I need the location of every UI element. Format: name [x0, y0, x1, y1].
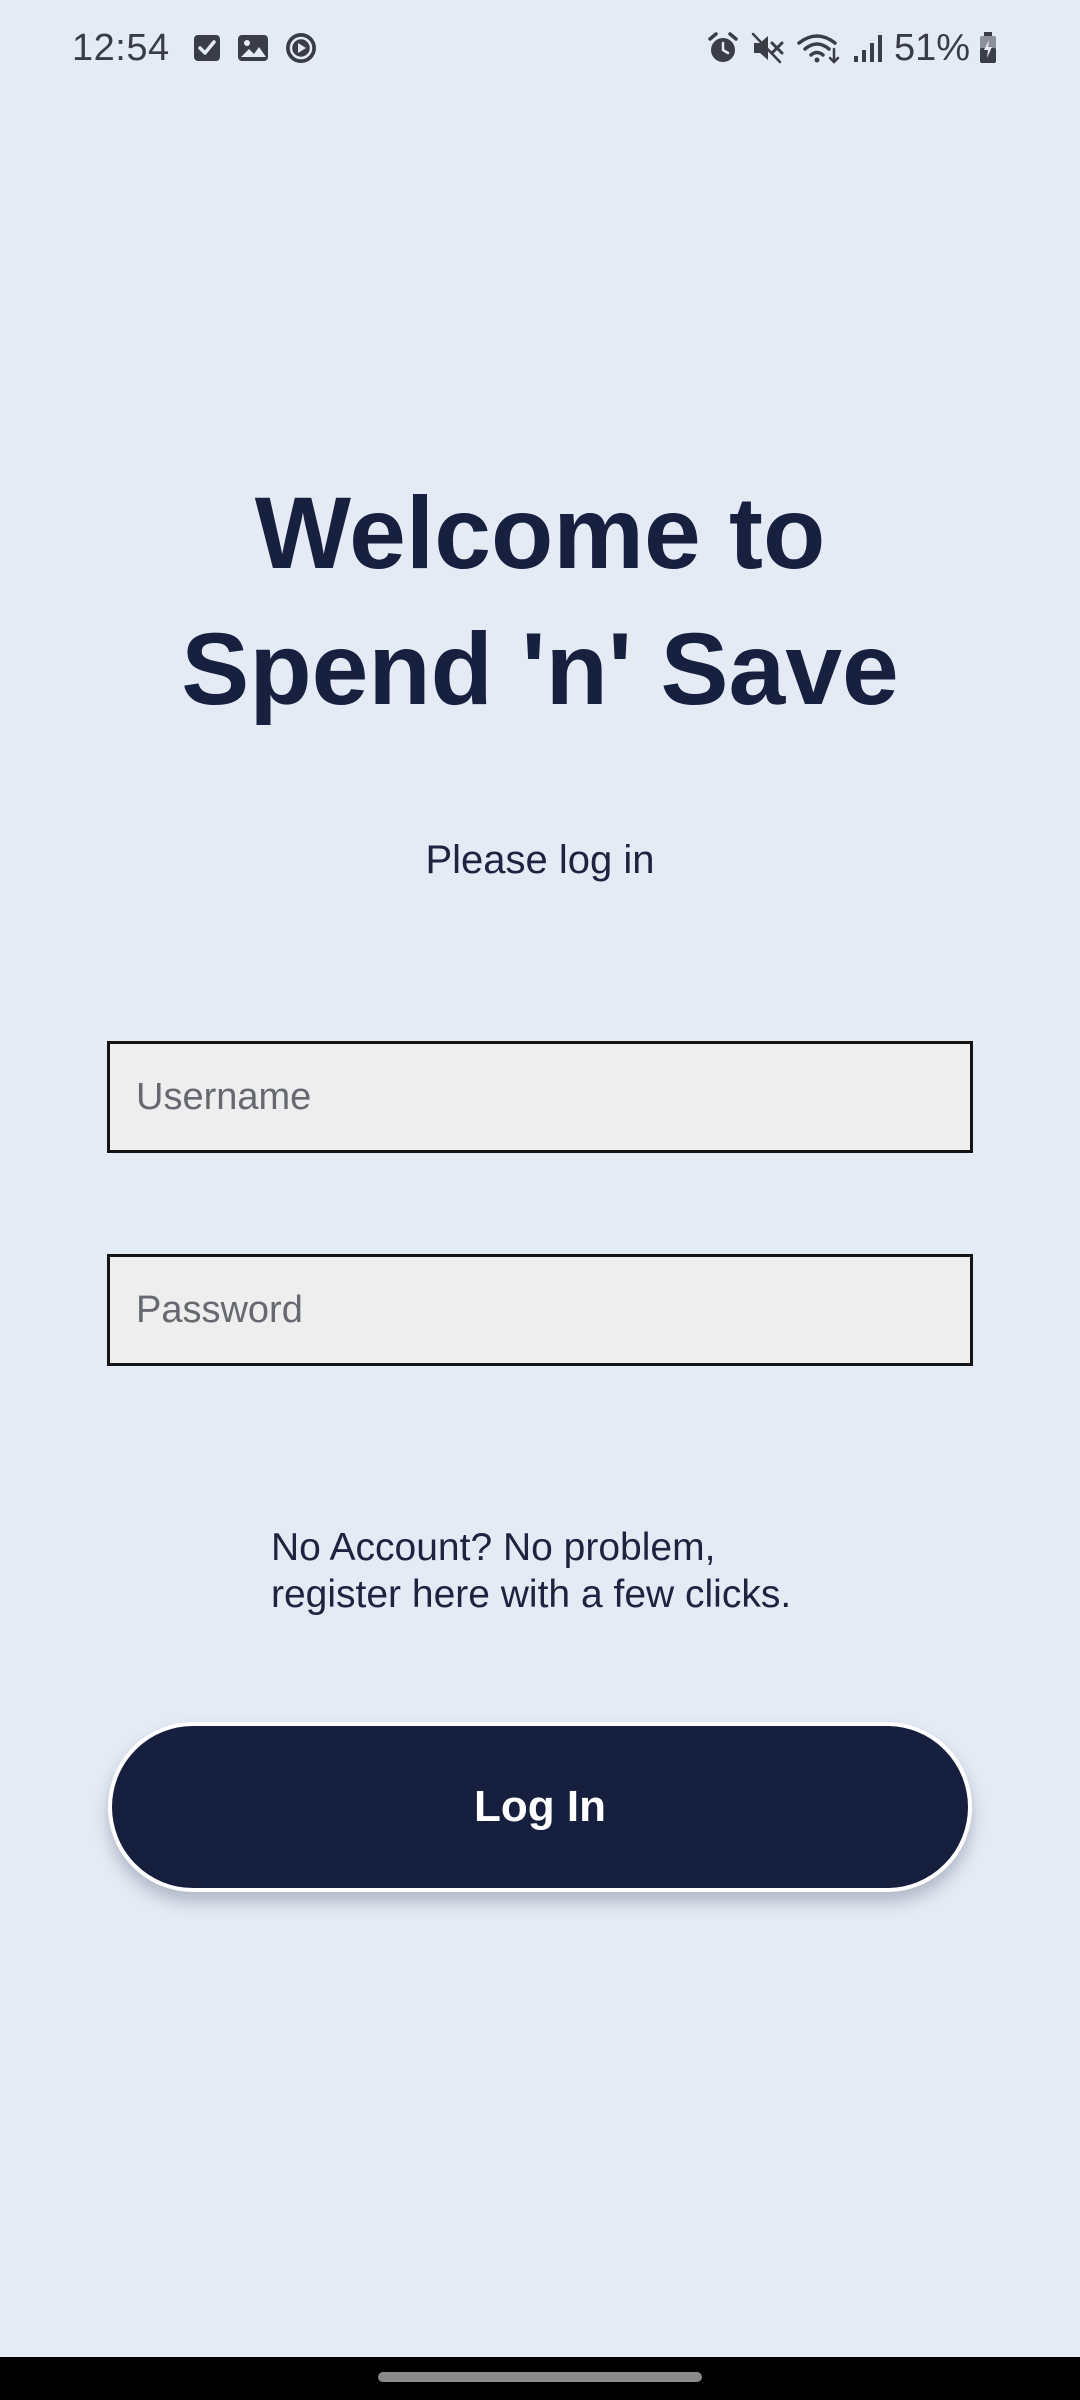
- password-input[interactable]: [107, 1254, 973, 1366]
- register-link-line1: No Account? No problem,: [271, 1526, 716, 1569]
- username-input[interactable]: [107, 1041, 973, 1153]
- status-time: 12:54: [72, 26, 170, 69]
- welcome-title-line1: Welcome to: [254, 476, 826, 590]
- wifi-icon: [796, 31, 842, 65]
- login-button[interactable]: Log In: [108, 1722, 972, 1892]
- login-prompt: Please log in: [425, 838, 655, 882]
- image-icon: [236, 32, 270, 64]
- battery-icon: [978, 31, 998, 65]
- register-link-line2: register here with a few clicks.: [271, 1573, 792, 1616]
- navigation-bar: [0, 2357, 1080, 2400]
- mute-icon: [750, 31, 786, 65]
- status-bar-left: 12:54: [72, 27, 332, 70]
- welcome-title: Welcome to Spend 'n' Save: [0, 465, 1080, 737]
- alarm-icon: [706, 31, 740, 65]
- home-indicator[interactable]: [378, 2372, 702, 2382]
- login-screen: 12:54 51% Welcome to Spend 'n' Save Plea…: [0, 0, 1080, 2400]
- checkbox-icon: [192, 32, 222, 64]
- status-bar: 12:54 51%: [0, 0, 1080, 96]
- signal-icon: [852, 32, 884, 64]
- login-button-label: Log In: [474, 1782, 606, 1831]
- play-circle-icon: [284, 31, 318, 65]
- register-link[interactable]: No Account? No problem, register here wi…: [271, 1524, 891, 1618]
- status-bar-right: 51%: [706, 27, 1008, 70]
- battery-percent: 51%: [893, 26, 970, 69]
- welcome-title-line2: Spend 'n' Save: [181, 612, 899, 726]
